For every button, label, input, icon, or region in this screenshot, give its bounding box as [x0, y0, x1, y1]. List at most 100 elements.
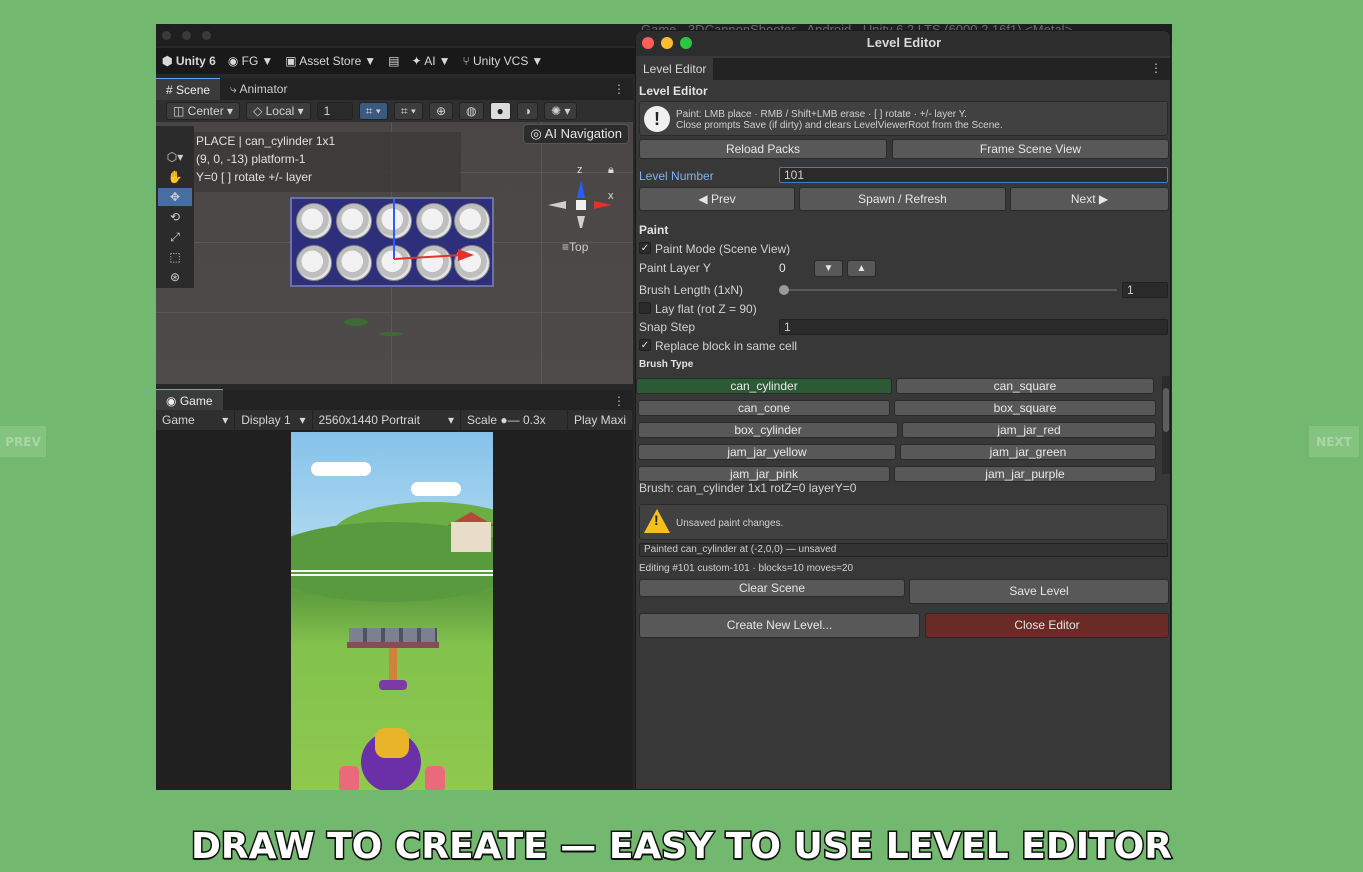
window-minimize-dot[interactable] [182, 31, 191, 40]
hamburger-icon: ≡ [562, 240, 570, 254]
tab-game[interactable]: ◉ Game [156, 389, 223, 411]
asset-store-label: Asset Store [299, 54, 362, 68]
unity-version-button[interactable]: ⬢ Unity 6 [162, 54, 216, 68]
create-new-level-button[interactable]: Create New Level... [639, 613, 920, 638]
increment-snap-button[interactable]: ⌗ ▾ [393, 102, 423, 120]
level-number-input[interactable]: 101 [779, 167, 1168, 183]
view-orientation-label[interactable]: ≡Top [562, 240, 588, 254]
window-zoom-dot[interactable] [202, 31, 211, 40]
save-level-button[interactable]: Save Level [909, 579, 1169, 604]
account-button[interactable]: ◉ FG ▼ [228, 54, 273, 68]
level-editor-titlebar: Level Editor [636, 31, 1170, 56]
resolution-dropdown[interactable]: 2560x1440 Portrait ▾ [313, 410, 462, 430]
close-dot-icon[interactable] [642, 37, 654, 49]
zoom-dot-icon[interactable] [680, 37, 692, 49]
spawn-refresh-button[interactable]: Spawn / Refresh [799, 187, 1006, 211]
shading-wire-button[interactable]: ◍ [459, 102, 484, 120]
space-mode-dropdown[interactable]: ◇ Local ▾ [246, 102, 311, 120]
grid-snap-button[interactable]: ⌗ ▾ [358, 102, 388, 120]
window-close-dot[interactable] [162, 31, 171, 40]
unity-vcs-button[interactable]: ⑂ Unity VCS ▼ [462, 54, 543, 68]
scene-toolbar: ◫ Center ▾ ◇ Local ▾ 1 ⌗ ▾ ⌗ ▾ ⊕ ◍ ● ◑ ✺… [156, 100, 633, 122]
minimize-dot-icon[interactable] [661, 37, 673, 49]
tab-level-editor[interactable]: Level Editor [636, 58, 714, 80]
scale-slider[interactable]: Scale ●— 0.3x [461, 410, 568, 430]
brush-jam-jar-pink[interactable]: jam_jar_pink [638, 466, 890, 482]
scale-tool-icon[interactable]: ⤢ [158, 228, 192, 246]
gizmo-toggle[interactable]: ⊕ [428, 102, 454, 120]
kebab-menu-icon[interactable]: ⋮ [1150, 61, 1162, 75]
brush-length-slider-knob[interactable] [779, 285, 789, 295]
cannon-wheel [339, 766, 359, 790]
brush-jam-jar-yellow[interactable]: jam_jar_yellow [638, 444, 896, 460]
brush-jam-jar-green[interactable]: jam_jar_green [900, 444, 1156, 460]
play-mode-dropdown[interactable]: Play Maxi [568, 410, 633, 430]
overlay-line-position: (9, 0, -13) platform-1 [196, 152, 306, 166]
shading-lit-button[interactable]: ◑ [516, 102, 538, 120]
grid-snap-icon: ⌗ [365, 104, 373, 118]
scrollbar-thumb[interactable] [1163, 388, 1169, 432]
next-level-button[interactable]: Next ▶ [1010, 187, 1169, 211]
brush-jam-jar-red[interactable]: jam_jar_red [902, 422, 1156, 438]
effects-dropdown[interactable]: ✺ ▾ [544, 102, 578, 120]
package-manager-button[interactable]: ▤ [388, 54, 399, 68]
brush-can-square[interactable]: can_square [896, 378, 1154, 394]
close-editor-button[interactable]: Close Editor [925, 613, 1169, 638]
brush-can-cone[interactable]: can_cone [638, 400, 890, 416]
branch-icon: ⑂ [462, 54, 473, 68]
pivot-mode-dropdown[interactable]: ◫ Center ▾ [166, 102, 241, 120]
layer-down-button[interactable]: ▼ [814, 260, 843, 277]
tab-animator[interactable]: ⤷ Animator [220, 78, 297, 100]
asset-store-button[interactable]: ▣ Asset Store ▼ [285, 54, 376, 68]
orientation-gizmo[interactable]: z x 🔒︎ [548, 158, 618, 232]
display-dropdown[interactable]: Display 1 ▾ [235, 410, 313, 430]
brush-box-cylinder[interactable]: box_cylinder [638, 422, 898, 438]
ai-navigation-overlay[interactable]: ◎ AI Navigation [523, 124, 629, 144]
scene-viewport[interactable]: PLACE | can_cylinder 1x1 (9, 0, -13) pla… [156, 122, 633, 384]
move-handle-gizmo[interactable] [292, 199, 496, 289]
move-tool-icon[interactable]: ✥ [158, 188, 192, 206]
kebab-menu-icon[interactable]: ⋮ [613, 394, 625, 408]
replace-block-checkbox[interactable]: ✓ [639, 339, 651, 351]
tab-scene[interactable]: # Scene [156, 78, 221, 100]
snap-step-input[interactable]: 1 [779, 319, 1168, 335]
lay-flat-checkbox[interactable] [639, 302, 651, 314]
brush-jam-jar-purple[interactable]: jam_jar_purple [894, 466, 1156, 482]
brush-length-input[interactable]: 1 [1122, 282, 1168, 298]
game-viewport[interactable] [156, 430, 633, 790]
game-mode-dropdown[interactable]: Game ▾ [156, 410, 236, 430]
editing-status-text: Editing #101 custom-101 · blocks=10 move… [639, 563, 854, 574]
view-options-icon[interactable]: ⬡▾ [158, 148, 192, 166]
brush-list-scrollbar[interactable] [1162, 376, 1170, 474]
next-nav-button[interactable]: NEXT [1309, 426, 1359, 457]
transform-tool-icon[interactable]: ⊛ [158, 268, 192, 286]
prev-nav-button[interactable]: PREV [0, 426, 46, 457]
brush-length-slider-track[interactable] [784, 289, 1117, 291]
game-toolbar: Game ▾ Display 1 ▾ 2560x1440 Portrait ▾ Sca… [156, 410, 633, 430]
tab-scene-label: Scene [176, 83, 211, 97]
grid-size-field[interactable]: 1 [316, 102, 353, 120]
shadow-decoration [344, 318, 403, 336]
lock-icon[interactable]: 🔒︎ [608, 164, 614, 177]
rect-tool-icon[interactable]: ⬚ [158, 248, 192, 266]
brush-box-square[interactable]: box_square [894, 400, 1156, 416]
clear-scene-button[interactable]: Clear Scene [639, 579, 905, 597]
triangle-up-icon: ▲ [856, 263, 867, 274]
unity-vcs-label: Unity VCS [473, 54, 529, 68]
shading-solid-button[interactable]: ● [489, 102, 511, 120]
level-number-label: Level Number [639, 169, 714, 183]
paint-mode-checkbox[interactable]: ✓ [639, 242, 651, 254]
prev-level-button[interactable]: ◀ Prev [639, 187, 795, 211]
space-label: Local [265, 104, 295, 118]
ai-button[interactable]: ✦ AI ▼ [411, 54, 450, 68]
layer-up-button[interactable]: ▲ [847, 260, 876, 277]
info-icon: ! [644, 106, 670, 132]
kebab-menu-icon[interactable]: ⋮ [613, 82, 625, 96]
level-platform-preview [290, 197, 494, 287]
hand-tool-icon[interactable]: ✋ [158, 168, 192, 186]
reload-packs-button[interactable]: Reload Packs [639, 139, 887, 159]
brush-can-cylinder[interactable]: can_cylinder [636, 378, 892, 394]
rotate-tool-icon[interactable]: ⟲ [158, 208, 192, 226]
frame-scene-view-button[interactable]: Frame Scene View [892, 139, 1169, 159]
sphere-wire-icon: ◍ [466, 104, 477, 118]
